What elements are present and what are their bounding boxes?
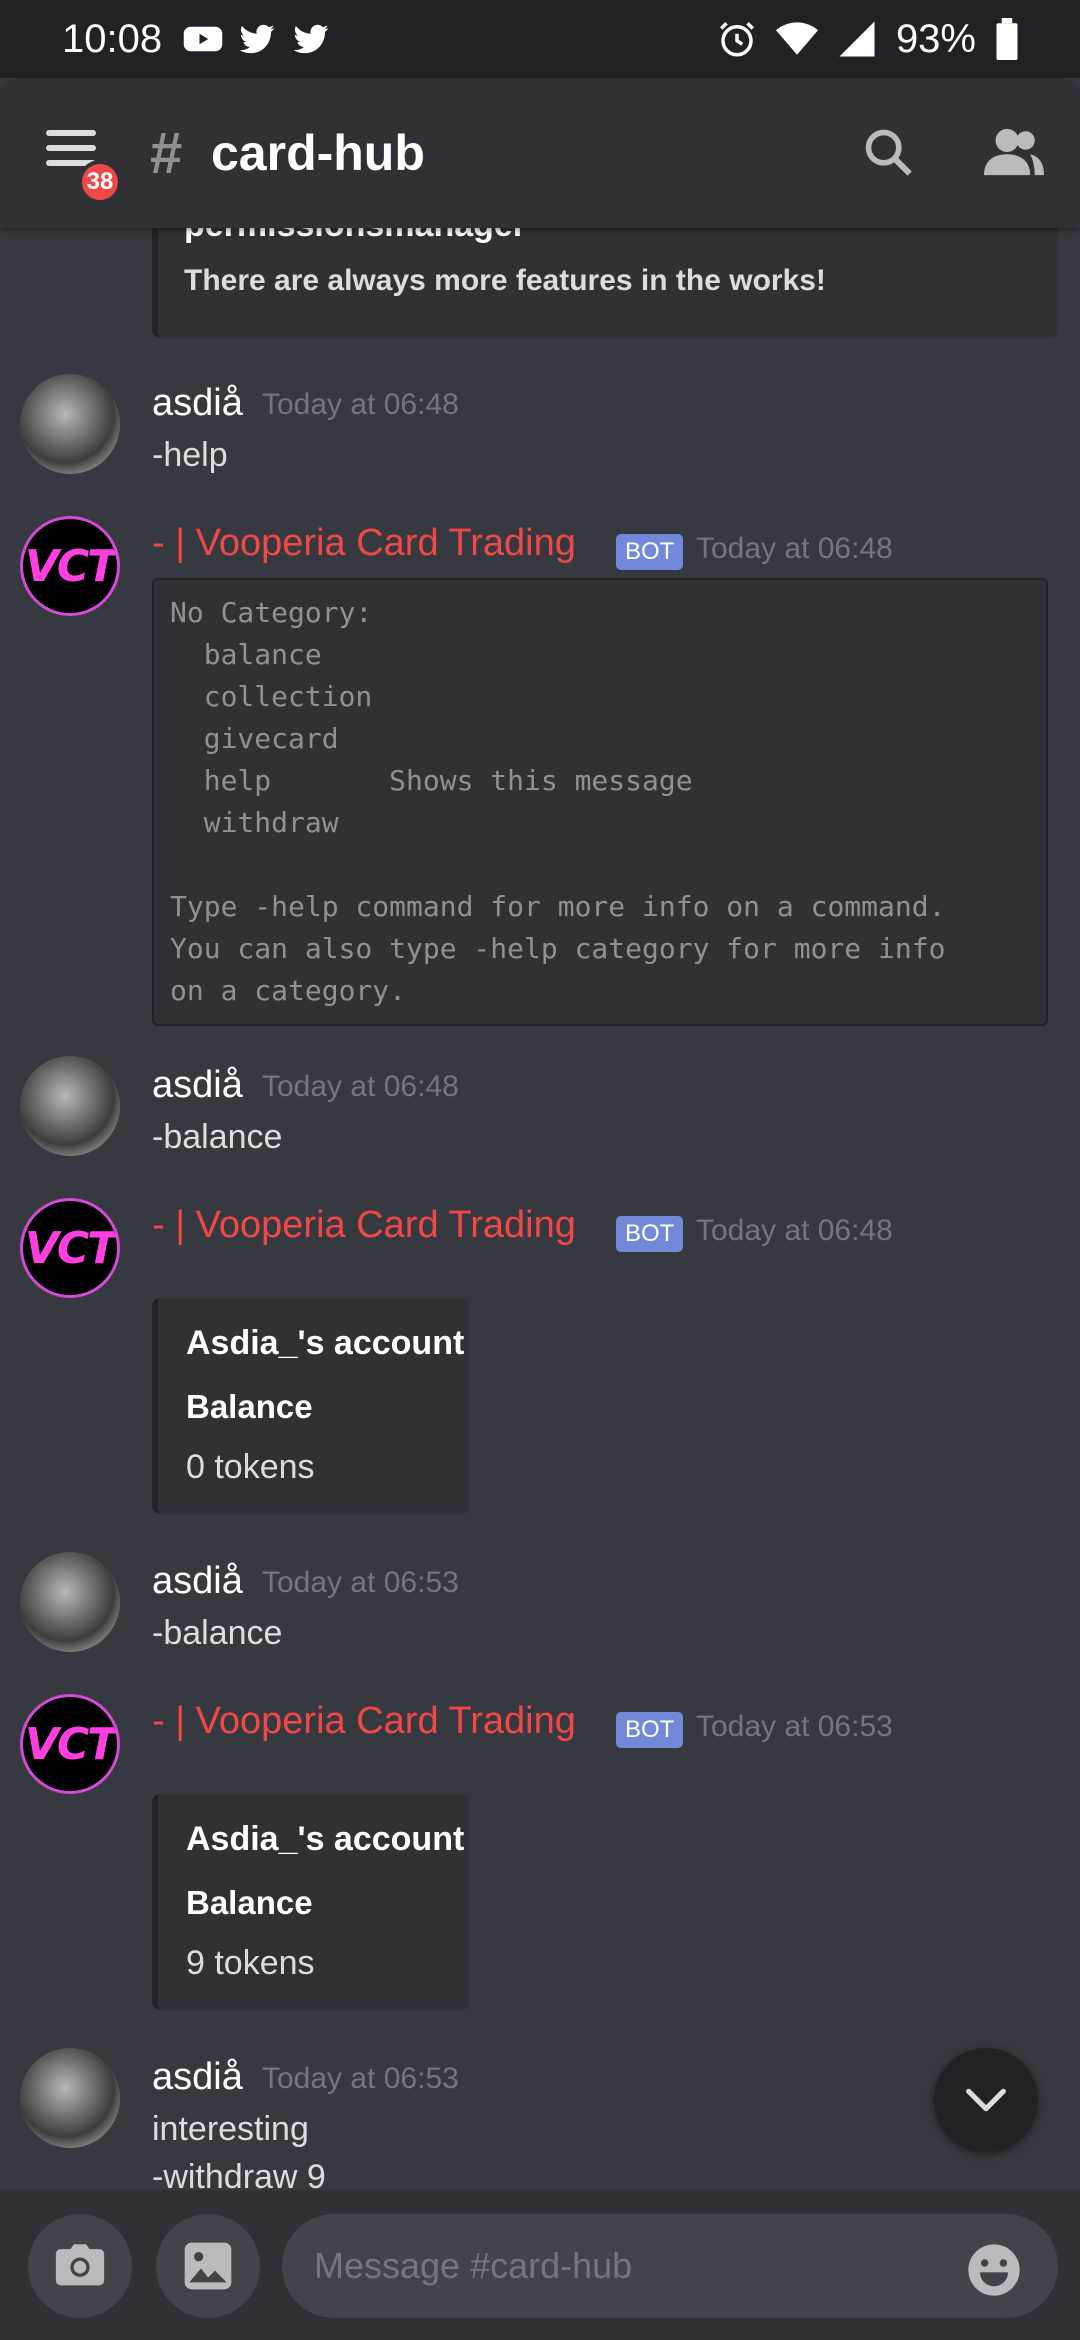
embed-title: Asdia_'s account xyxy=(186,1324,465,1362)
bot-tag: BOT xyxy=(616,1712,684,1748)
message-author[interactable]: asdiå xyxy=(152,2056,243,2099)
message-timestamp: Today at 06:48 xyxy=(696,1214,893,1247)
message-timestamp: Today at 06:48 xyxy=(696,532,893,565)
bot-tag: BOT xyxy=(616,1216,684,1252)
embed-text: There are always more features in the wo… xyxy=(184,264,826,297)
avatar[interactable] xyxy=(20,1056,120,1156)
scroll-to-bottom-button[interactable] xyxy=(934,2048,1038,2152)
message-author[interactable]: - | Vooperia Card Trading xyxy=(152,1700,576,1743)
status-bar: 10:08 93% xyxy=(0,0,1080,78)
wifi-icon xyxy=(775,22,818,55)
image-icon xyxy=(184,2242,232,2290)
camera-button[interactable] xyxy=(28,2214,132,2318)
avatar[interactable] xyxy=(20,2048,120,2148)
avatar[interactable] xyxy=(20,374,120,474)
message-content: -balance xyxy=(152,1118,283,1156)
twitter-icon xyxy=(239,24,275,54)
previous-embed: permissionsmanager There are always more… xyxy=(152,228,1058,338)
bot-avatar-logo: VCT xyxy=(24,1222,117,1274)
channel-title: card-hub xyxy=(211,125,425,181)
message-timestamp: Today at 06:48 xyxy=(262,388,459,421)
code-block: No Category: balance collection givecard… xyxy=(152,578,1048,1026)
message-timestamp: Today at 06:53 xyxy=(696,1710,893,1743)
message-timestamp: Today at 06:53 xyxy=(262,1566,459,1599)
message-content: -help xyxy=(152,436,228,474)
avatar[interactable]: VCT xyxy=(20,1694,120,1794)
bot-avatar-logo: VCT xyxy=(24,540,117,592)
message-author[interactable]: asdiå xyxy=(152,1064,243,1107)
members-icon[interactable] xyxy=(984,124,1044,180)
bot-embed: Asdia_'s account Balance 9 tokens xyxy=(152,1794,470,2010)
youtube-icon xyxy=(183,26,223,52)
emoji-icon[interactable] xyxy=(966,2242,1022,2298)
twitter-icon xyxy=(293,24,329,54)
avatar[interactable]: VCT xyxy=(20,1198,120,1298)
bot-avatar-logo: VCT xyxy=(24,1718,117,1770)
embed-field-name: Balance xyxy=(186,1884,313,1921)
avatar[interactable]: VCT xyxy=(20,516,120,616)
embed-field-value: 9 tokens xyxy=(186,1944,315,1982)
message-input[interactable] xyxy=(282,2214,1058,2318)
avatar[interactable] xyxy=(20,1552,120,1652)
message-content: interesting xyxy=(152,2110,309,2148)
embed-title: permissionsmanager xyxy=(184,228,526,245)
image-button[interactable] xyxy=(156,2214,260,2318)
message-author[interactable]: asdiå xyxy=(152,382,243,425)
embed-title: Asdia_'s account xyxy=(186,1820,465,1858)
message-content: -balance xyxy=(152,1614,283,1652)
channel-header: 38 # card-hub xyxy=(0,78,1080,228)
battery-icon xyxy=(996,18,1018,60)
composer-bar xyxy=(0,2190,1080,2340)
embed-field-name: Balance xyxy=(186,1388,313,1425)
message-list[interactable]: permissionsmanager There are always more… xyxy=(0,228,1080,2190)
camera-icon xyxy=(55,2244,105,2286)
battery-percent: 93% xyxy=(895,16,976,61)
bot-tag: BOT xyxy=(616,534,684,570)
message-author[interactable]: - | Vooperia Card Trading xyxy=(152,1204,576,1247)
embed-field-value: 0 tokens xyxy=(186,1448,315,1486)
chevron-down-icon xyxy=(966,2088,1006,2112)
alarm-icon xyxy=(719,22,754,57)
status-time: 10:08 xyxy=(62,16,163,61)
channel-hash-icon: # xyxy=(150,121,183,186)
message-content: -withdraw 9 xyxy=(152,2158,326,2190)
message-timestamp: Today at 06:48 xyxy=(262,1070,459,1103)
message-timestamp: Today at 06:53 xyxy=(262,2062,459,2095)
message-author[interactable]: - | Vooperia Card Trading xyxy=(152,522,576,565)
message-author[interactable]: asdiå xyxy=(152,1560,243,1603)
unread-badge: 38 xyxy=(78,160,122,204)
bot-embed: Asdia_'s account Balance 0 tokens xyxy=(152,1298,470,1514)
signal-icon xyxy=(839,21,875,57)
search-icon[interactable] xyxy=(862,126,914,178)
